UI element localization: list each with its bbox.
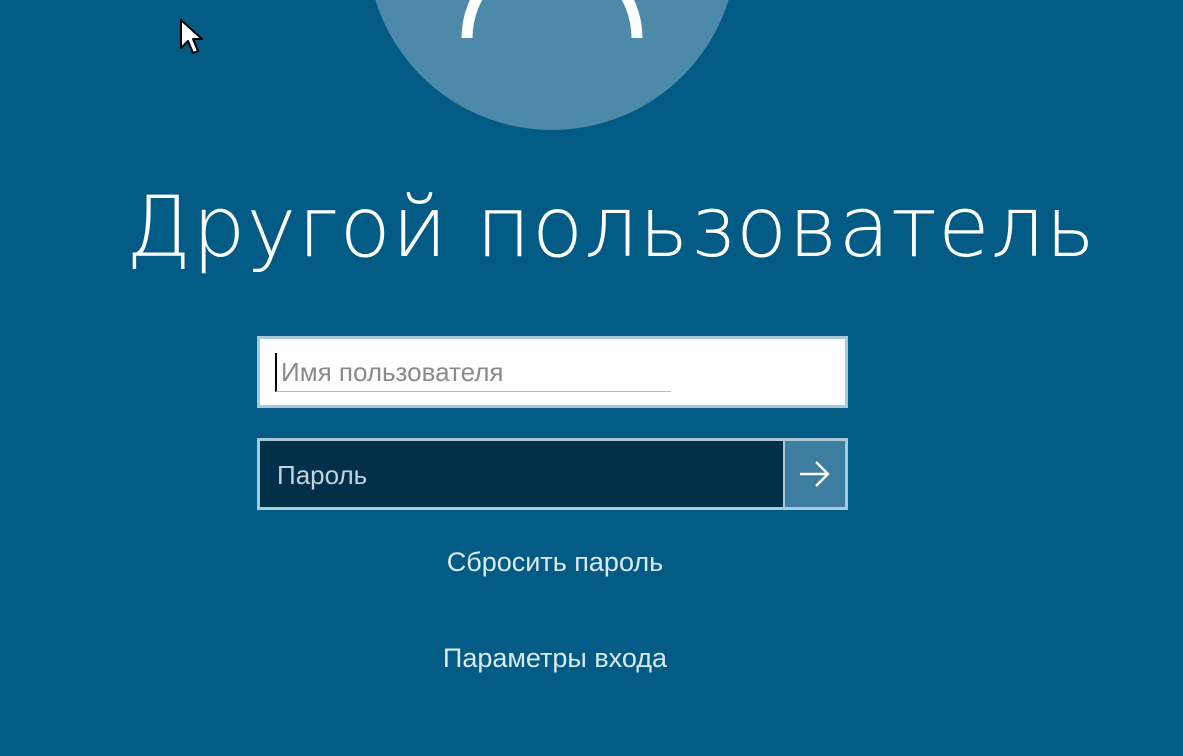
password-field[interactable]: [257, 438, 848, 510]
user-avatar: [367, 0, 737, 130]
page-title: Другой пользователь: [126, 178, 1096, 276]
username-input[interactable]: [275, 353, 671, 392]
sign-in-options-link[interactable]: Параметры входа: [0, 643, 1110, 674]
user-icon: [461, 0, 643, 39]
reset-password-link[interactable]: Сбросить пароль: [0, 547, 1110, 578]
lock-screen: Другой пользователь Сбросить пароль Пара…: [0, 0, 1183, 756]
password-input[interactable]: [277, 456, 757, 494]
mouse-pointer-icon: [180, 19, 203, 54]
arrow-right-icon: [800, 461, 830, 487]
submit-button[interactable]: [783, 441, 845, 507]
username-field[interactable]: [257, 336, 848, 408]
